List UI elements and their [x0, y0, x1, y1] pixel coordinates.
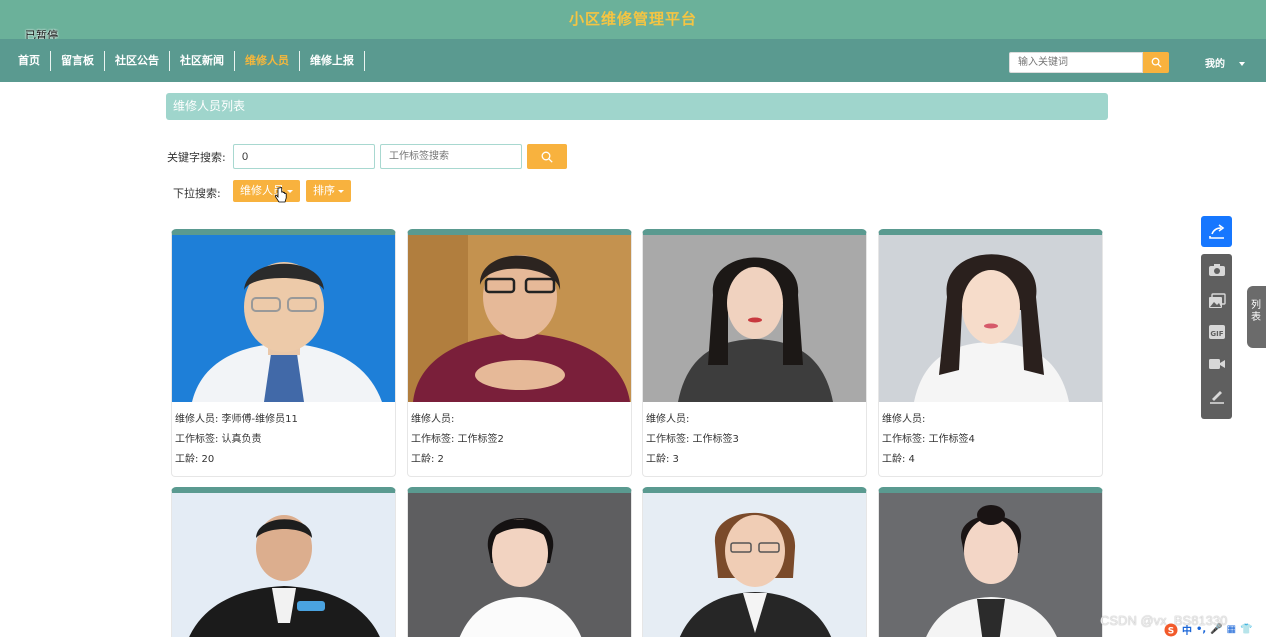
keyword-search-label: 关键字搜索: [167, 151, 226, 164]
sogou-logo-icon: S [1164, 623, 1178, 636]
staff-card[interactable]: 维修人员: 工作标签: 工作标签2 工龄: 2 [407, 229, 632, 477]
pen-icon [1209, 391, 1224, 404]
annotate-button[interactable] [1201, 382, 1232, 410]
tag-search-input[interactable] [380, 144, 522, 169]
svg-text:S: S [1168, 626, 1174, 636]
staff-dropdown-button[interactable]: 维修人员 [233, 180, 300, 202]
nav-item-message-board[interactable]: 留言板 [51, 51, 105, 71]
gif-icon: GIF [1208, 325, 1225, 339]
staff-years: 工龄: 20 [175, 454, 215, 465]
my-account-menu[interactable]: 我的 [1205, 55, 1245, 70]
record-video-button[interactable] [1201, 350, 1232, 378]
staff-name: 维修人员: 李师傅-维修员11 [175, 414, 298, 425]
staff-card[interactable] [171, 487, 396, 637]
staff-card[interactable] [878, 487, 1103, 637]
staff-photo [879, 493, 1102, 637]
person-photo-image [643, 493, 866, 637]
nav-search-input[interactable] [1009, 52, 1143, 73]
staff-years: 工龄: 3 [646, 454, 679, 465]
gif-button[interactable]: GIF [1201, 318, 1232, 346]
ime-voice-icon[interactable]: 🎤 [1210, 624, 1222, 635]
nav-item-news[interactable]: 社区新闻 [170, 51, 235, 71]
staff-photo [408, 493, 631, 637]
staff-card[interactable] [407, 487, 632, 637]
staff-info: 维修人员: 工作标签: 工作标签3 工龄: 3 [643, 402, 866, 470]
sort-dropdown-label: 排序 [313, 184, 335, 197]
staff-photo [172, 493, 395, 637]
staff-photo [643, 493, 866, 637]
staff-years: 工龄: 4 [882, 454, 915, 465]
staff-card[interactable]: 维修人员: 工作标签: 工作标签3 工龄: 3 [642, 229, 867, 477]
search-icon [1151, 57, 1162, 68]
staff-info: 维修人员: 工作标签: 工作标签2 工龄: 2 [408, 402, 631, 470]
person-photo-image [408, 235, 631, 402]
staff-photo [408, 235, 631, 402]
screenshot-button[interactable] [1201, 256, 1232, 284]
dropdown-search-label: 下拉搜索: [173, 187, 221, 200]
search-button[interactable] [527, 144, 567, 169]
person-photo-image [643, 235, 866, 402]
staff-info: 维修人员: 工作标签: 工作标签4 工龄: 4 [879, 402, 1102, 470]
nav-item-repair-staff[interactable]: 维修人员 [235, 51, 300, 71]
nav-item-repair-report[interactable]: 维修上报 [300, 51, 365, 71]
ime-toolbar: S 中 •, 🎤 ▦ 👕 [1164, 622, 1253, 637]
staff-photo [879, 235, 1102, 402]
ime-chinese-mode[interactable]: 中 [1182, 622, 1192, 637]
search-icon [541, 151, 553, 163]
side-list-tab-label: 列表 [1251, 300, 1261, 323]
nav-search-button[interactable] [1143, 52, 1169, 73]
video-camera-icon [1208, 359, 1225, 369]
staff-info: 维修人员: 李师傅-维修员11 工作标签: 认真负责 工龄: 20 [172, 402, 395, 470]
staff-card[interactable]: 维修人员: 李师傅-维修员11 工作标签: 认真负责 工龄: 20 [171, 229, 396, 477]
site-title: 小区维修管理平台 [568, 10, 697, 28]
staff-card[interactable] [642, 487, 867, 637]
person-photo-image [879, 493, 1102, 637]
keyword-search-input[interactable] [233, 144, 375, 169]
hand-cursor-icon [275, 187, 287, 203]
image-icon [1208, 293, 1226, 308]
side-list-tab[interactable]: 列表 [1247, 286, 1266, 348]
image-capture-button[interactable] [1201, 287, 1232, 315]
staff-photo [172, 235, 395, 402]
person-photo-image [172, 493, 395, 637]
svg-text:GIF: GIF [1210, 330, 1223, 338]
staff-photo [643, 235, 866, 402]
section-title: 维修人员列表 [166, 93, 1108, 120]
share-icon [1208, 223, 1224, 239]
share-button[interactable] [1201, 216, 1232, 247]
ime-punctuation-mode[interactable]: •, [1196, 624, 1206, 635]
staff-tag: 工作标签: 工作标签4 [882, 434, 975, 445]
nav-menu: 首页 留言板 社区公告 社区新闻 维修人员 维修上报 [8, 51, 365, 71]
caret-down-icon [1239, 62, 1245, 66]
sort-dropdown-button[interactable]: 排序 [306, 180, 351, 202]
staff-name: 维修人员: [646, 414, 690, 425]
staff-tag: 工作标签: 认真负责 [175, 434, 262, 445]
staff-name: 维修人员: [882, 414, 926, 425]
nav-item-home[interactable]: 首页 [8, 51, 51, 71]
staff-years: 工龄: 2 [411, 454, 444, 465]
person-photo-image [879, 235, 1102, 402]
ime-skin-icon[interactable]: 👕 [1240, 624, 1252, 635]
camera-icon [1208, 264, 1225, 276]
my-account-label: 我的 [1205, 59, 1225, 70]
caret-down-icon [287, 189, 293, 193]
caret-down-icon [338, 189, 344, 193]
staff-name: 维修人员: [411, 414, 455, 425]
person-photo-image [408, 493, 631, 637]
person-photo-image [172, 235, 395, 402]
staff-tag: 工作标签: 工作标签2 [411, 434, 504, 445]
ime-keyboard-icon[interactable]: ▦ [1227, 624, 1236, 635]
staff-card[interactable]: 维修人员: 工作标签: 工作标签4 工龄: 4 [878, 229, 1103, 477]
nav-item-announcement[interactable]: 社区公告 [105, 51, 170, 71]
top-banner: 小区维修管理平台 [0, 0, 1266, 39]
capture-toolbar: GIF [1201, 254, 1232, 419]
staff-tag: 工作标签: 工作标签3 [646, 434, 739, 445]
